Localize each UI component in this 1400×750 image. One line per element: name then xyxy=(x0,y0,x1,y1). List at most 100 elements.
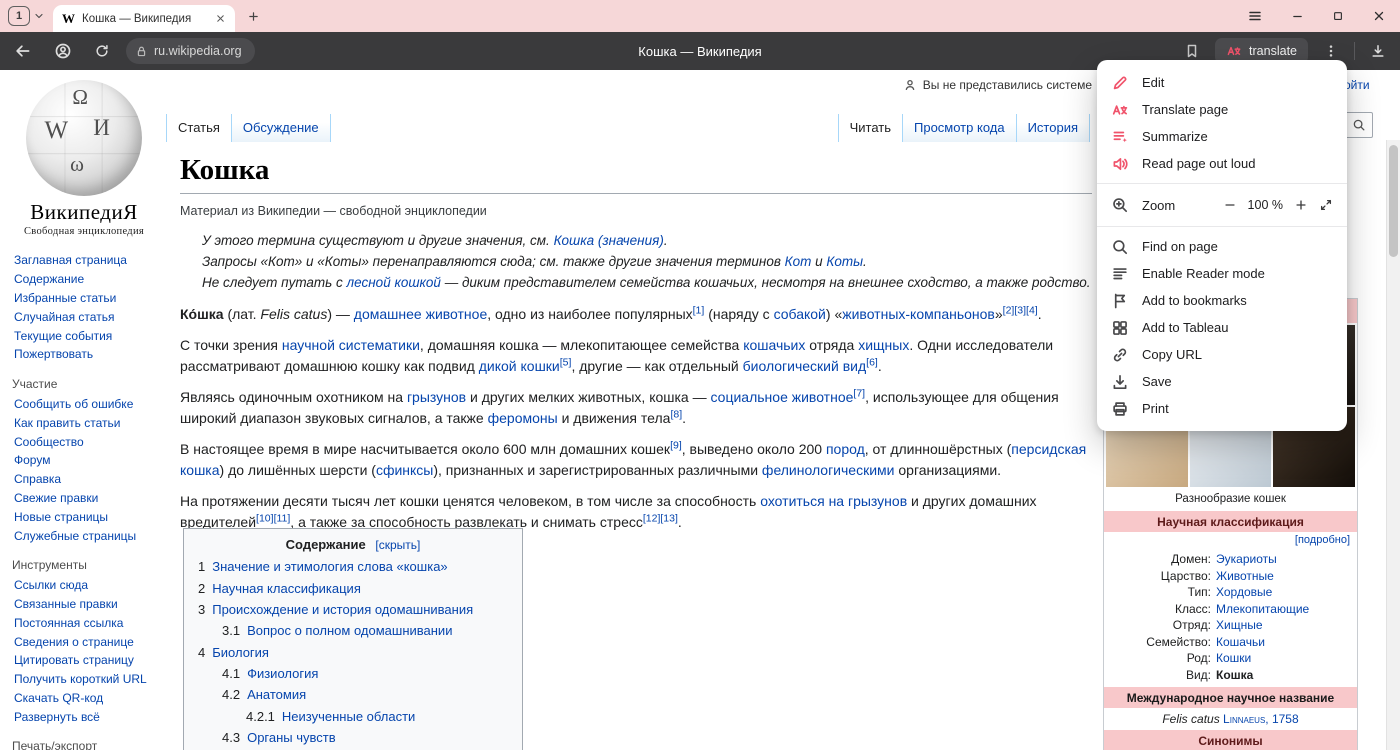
wiki-link[interactable]: собакой xyxy=(774,306,826,322)
sidebar-link[interactable]: Как править статьи xyxy=(14,413,160,432)
window-close-icon[interactable] xyxy=(1372,9,1386,23)
search-icon[interactable] xyxy=(1352,118,1366,132)
chevron-down-icon[interactable] xyxy=(33,10,45,22)
wiki-link[interactable]: фелинологическими xyxy=(762,462,895,478)
fullscreen-button[interactable] xyxy=(1319,198,1333,212)
toc-item[interactable]: 3.1Вопрос о полном одомашнивании xyxy=(222,620,508,641)
sidebar-link[interactable]: Текущие события xyxy=(14,326,160,345)
sidebar-link[interactable]: Развернуть всё xyxy=(14,707,160,726)
sidebar-link[interactable]: Служебные страницы xyxy=(14,526,160,545)
wiki-link[interactable]: феромоны xyxy=(488,410,558,426)
toc-link[interactable]: Научная классификация xyxy=(212,581,361,596)
tab-Просмотр кода[interactable]: Просмотр кода xyxy=(902,114,1016,142)
sidebar-link[interactable]: Сообщить об ошибке xyxy=(14,395,160,414)
toc-item[interactable]: 4.2.1Неизученные области xyxy=(246,706,508,727)
wiki-link[interactable]: Коты xyxy=(826,254,863,269)
reference-link[interactable]: [6] xyxy=(866,356,878,368)
tab-close-icon[interactable] xyxy=(215,13,226,24)
toc-link[interactable]: Происхождение и история одомашнивания xyxy=(212,602,473,617)
url-field[interactable]: ru.wikipedia.org xyxy=(126,38,255,64)
menu-item-summarize[interactable]: Summarize xyxy=(1097,123,1347,150)
detail-link[interactable]: [подробно] xyxy=(1295,534,1350,546)
toc-link[interactable]: Неизученные области xyxy=(282,709,415,724)
profile-icon[interactable] xyxy=(54,42,72,60)
scrollbar-thumb[interactable] xyxy=(1389,145,1398,257)
browser-tab[interactable]: W Кошка — Википедия xyxy=(53,5,235,32)
menu-item-print[interactable]: Print xyxy=(1097,395,1347,422)
browser-menu-icon[interactable] xyxy=(1247,8,1263,24)
wiki-link[interactable]: сфинксы xyxy=(376,462,433,478)
wiki-link[interactable]: кошачьих xyxy=(743,337,805,353)
reload-icon[interactable] xyxy=(94,43,110,59)
menu-item-copy-url[interactable]: Copy URL xyxy=(1097,341,1347,368)
sidebar-link[interactable]: Свежие правки xyxy=(14,489,160,508)
sidebar-link[interactable]: Цитировать страницу xyxy=(14,651,160,670)
sidebar-link[interactable]: Пожертвовать xyxy=(14,345,160,364)
sidebar-link[interactable]: Скачать QR-код xyxy=(14,689,160,708)
reference-link[interactable]: [8] xyxy=(670,408,682,420)
tab-Статья[interactable]: Статья xyxy=(166,114,231,142)
wiki-link[interactable]: лесной кошкой xyxy=(347,275,441,290)
wiki-link[interactable]: Linnaeus, 1758 xyxy=(1223,712,1299,726)
toc-link[interactable]: Биология xyxy=(212,645,269,660)
reference-link[interactable]: [4] xyxy=(1026,304,1038,316)
toc-item[interactable]: 2Научная классификация xyxy=(198,577,508,598)
taxonomy-value-link[interactable]: Хордовые xyxy=(1216,584,1272,601)
reference-link[interactable]: [3] xyxy=(1014,304,1026,316)
menu-item-enable-reader-mode[interactable]: Enable Reader mode xyxy=(1097,260,1347,287)
toc-item[interactable]: 4.3Органы чувств xyxy=(222,727,508,748)
toc-hide-link[interactable]: [скрыть] xyxy=(375,538,420,552)
menu-item-read-page-out-loud[interactable]: Read page out loud xyxy=(1097,150,1347,177)
download-icon[interactable] xyxy=(1370,43,1386,59)
wiki-link[interactable]: Кошка (значения) xyxy=(554,233,664,248)
taxonomy-value-link[interactable]: Кошачьи xyxy=(1216,634,1265,651)
bookmark-icon[interactable] xyxy=(1184,43,1200,59)
classification-header[interactable]: Научная классификация xyxy=(1104,511,1357,532)
wiki-link[interactable]: биологический вид xyxy=(743,358,867,374)
toc-link[interactable]: Вопрос о полном одомашнивании xyxy=(247,623,452,638)
reference-link[interactable]: [5] xyxy=(560,356,572,368)
sidebar-link[interactable]: Случайная статья xyxy=(14,307,160,326)
more-options-icon[interactable] xyxy=(1323,43,1339,59)
sidebar-link[interactable]: Сообщество xyxy=(14,432,160,451)
wiki-link[interactable]: дикой кошки xyxy=(479,358,560,374)
reference-link[interactable]: [2] xyxy=(1003,304,1015,316)
wikipedia-globe-logo[interactable]: ΩWИω xyxy=(26,80,142,196)
reference-link[interactable]: [12] xyxy=(643,512,661,524)
menu-item-save[interactable]: Save xyxy=(1097,368,1347,395)
menu-item-find-on-page[interactable]: Find on page xyxy=(1097,233,1347,260)
wiki-link[interactable]: Кот xyxy=(785,254,812,269)
sidebar-link[interactable]: Форум xyxy=(14,451,160,470)
taxonomy-value-link[interactable]: Животные xyxy=(1216,568,1274,585)
back-icon[interactable] xyxy=(14,42,32,60)
reference-link[interactable]: [7] xyxy=(853,387,865,399)
minimize-icon[interactable] xyxy=(1291,10,1304,23)
wiki-link[interactable]: грызунов xyxy=(407,389,466,405)
wiki-link[interactable]: животных-компаньонов xyxy=(842,306,995,322)
reference-link[interactable]: [9] xyxy=(670,439,682,451)
menu-item-edit[interactable]: Edit xyxy=(1097,69,1347,96)
sidebar-link[interactable]: Содержание xyxy=(14,270,160,289)
sidebar-link[interactable]: Справка xyxy=(14,470,160,489)
sidebar-link[interactable]: Постоянная ссылка xyxy=(14,614,160,633)
toc-link[interactable]: Физиология xyxy=(247,666,318,681)
sidebar-link[interactable]: Избранные статьи xyxy=(14,289,160,308)
sidebar-link[interactable]: Ссылки сюда xyxy=(14,576,160,595)
toc-link[interactable]: Значение и этимология слова «кошка» xyxy=(212,559,447,574)
menu-item-add-to-tableau[interactable]: Add to Tableau xyxy=(1097,314,1347,341)
page-scrollbar[interactable] xyxy=(1386,140,1400,750)
reference-link[interactable]: [13] xyxy=(660,512,678,524)
reference-link[interactable]: [1] xyxy=(693,304,705,316)
taxonomy-value-link[interactable]: Хищные xyxy=(1216,617,1263,634)
taxonomy-value-link[interactable]: Млекопитающие xyxy=(1216,601,1309,618)
maximize-icon[interactable] xyxy=(1332,10,1344,22)
zoom-in-button[interactable] xyxy=(1294,198,1308,212)
tab-counter-button[interactable]: 1 xyxy=(8,6,30,26)
taxonomy-value-link[interactable]: Кошки xyxy=(1216,650,1251,667)
toc-item[interactable]: 1Значение и этимология слова «кошка» xyxy=(198,556,508,577)
zoom-out-button[interactable] xyxy=(1223,198,1237,212)
new-tab-button[interactable] xyxy=(247,10,260,23)
sidebar-link[interactable]: Получить короткий URL xyxy=(14,670,160,689)
tab-Читать[interactable]: Читать xyxy=(838,114,902,142)
wiki-link[interactable]: социальное животное xyxy=(711,389,854,405)
